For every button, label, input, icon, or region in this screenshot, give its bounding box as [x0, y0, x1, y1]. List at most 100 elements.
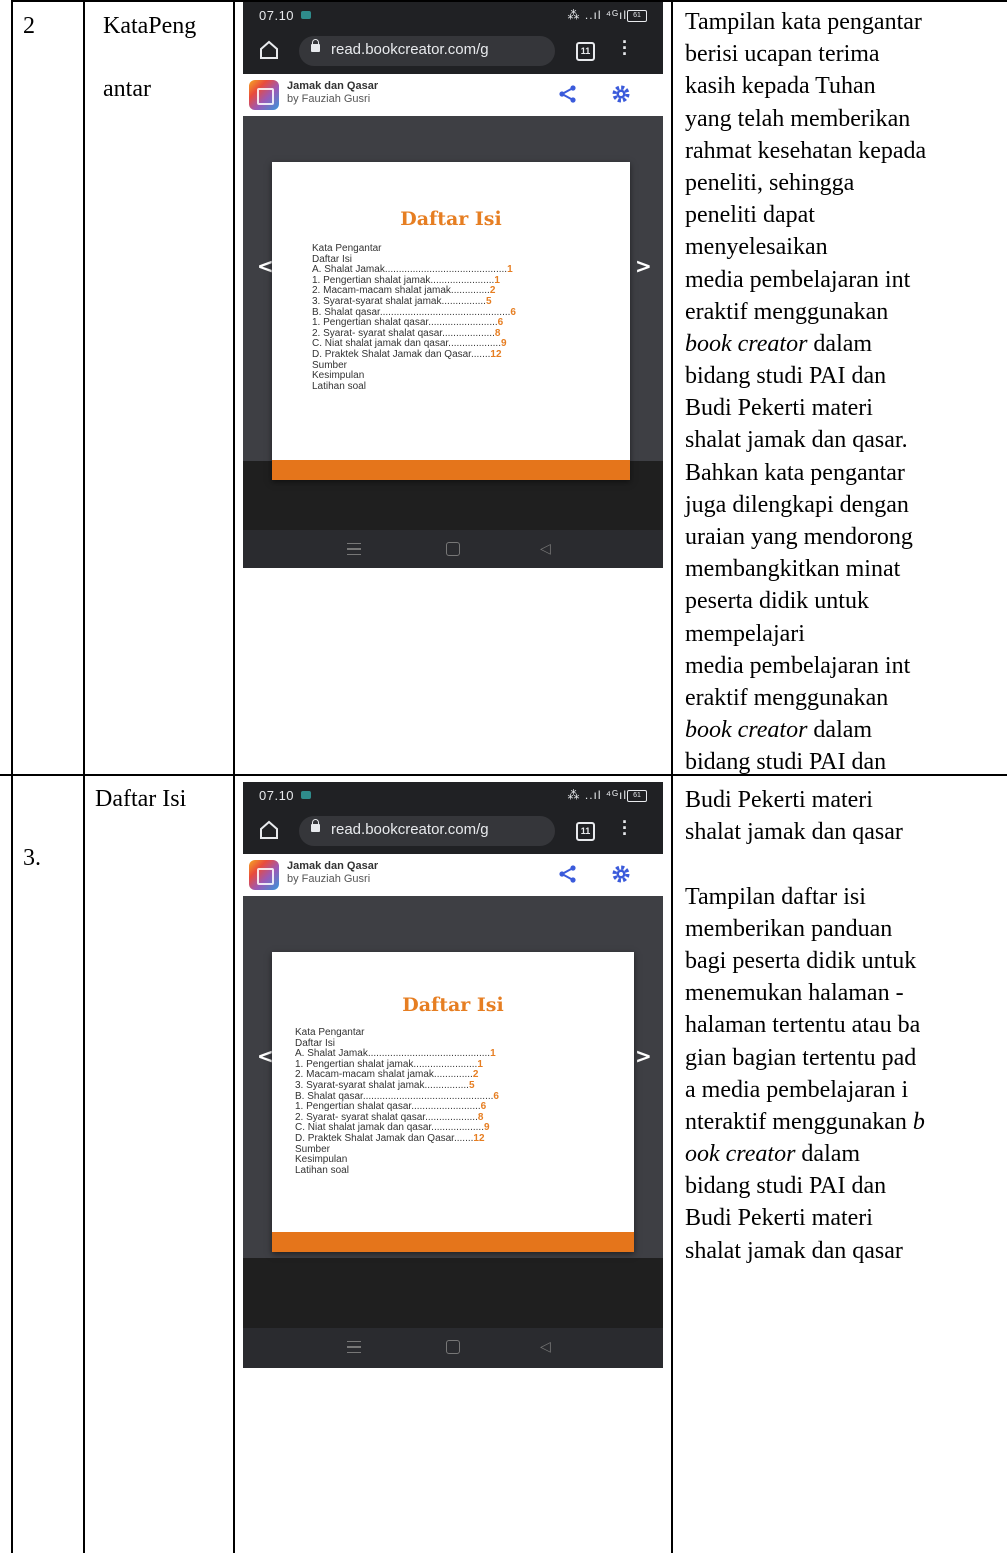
description-line: halaman tertentu atau ba	[685, 1012, 921, 1039]
toc-page-number: 8	[477, 1111, 484, 1123]
toc-entry-text: 2. Macam-macam shalat jamak.............…	[295, 1069, 473, 1081]
lock-icon	[311, 819, 320, 832]
toc-entry-text: 2. Syarat- syarat shalat qasar..........…	[295, 1111, 478, 1123]
description-line: memberikan panduan	[685, 915, 893, 942]
status-time: 07.10	[259, 8, 295, 23]
description-line: peserta didik untuk	[685, 588, 869, 615]
book-creator-logo	[249, 860, 279, 890]
browser-toolbar: read.bookcreator.com/g 11 · · ·	[243, 810, 663, 854]
next-page-button[interactable]: >	[635, 1044, 652, 1068]
address-bar[interactable]: read.bookcreator.com/g	[299, 36, 555, 66]
tab-switcher-button[interactable]: 11	[576, 822, 595, 841]
description-line: peneliti dapat	[685, 202, 815, 229]
toc-entry-text: Daftar Isi	[295, 1037, 336, 1049]
book-header: Jamak dan Qasar by Fauziah Gusri	[243, 74, 663, 116]
description-line: book creator dalam	[685, 330, 873, 357]
menu-nav-icon[interactable]	[347, 1341, 361, 1353]
signal-icon: ⁂ ..ıl ⁴ᴳıl	[567, 8, 627, 22]
back-nav-icon[interactable]: ◁	[540, 540, 551, 557]
toc-entry-text: 1. Pengertian shalat qasar..............…	[295, 1101, 481, 1113]
gear-icon[interactable]	[611, 84, 631, 104]
description-line: Bahkan kata pengantar	[685, 459, 905, 486]
toc-page-number: 12	[473, 1132, 485, 1144]
book-viewer: < > Daftar Isi Kata Pengantar Daftar Isi A…	[243, 116, 663, 480]
home-icon[interactable]	[257, 818, 281, 842]
toc-entry[interactable]: Latihan soal	[295, 1164, 499, 1177]
toc-page-number: 1	[477, 1058, 483, 1070]
toc-entry-text: Daftar Isi	[312, 253, 353, 265]
lock-icon	[311, 39, 320, 52]
notification-icon	[301, 791, 311, 799]
notification-icon	[301, 11, 311, 19]
book-page: Daftar Isi Kata Pengantar Daftar Isi A. Sh…	[272, 162, 630, 480]
description-line: uraian yang mendorong	[685, 524, 913, 550]
description-line: mempelajari	[685, 620, 805, 647]
table-of-contents: Kata Pengantar Daftar Isi A. Shalat Jamak.…	[295, 1027, 499, 1177]
description-line: bidang studi PAI dan	[685, 749, 887, 776]
next-page-button[interactable]: >	[635, 254, 652, 278]
toc-entry-text: Latihan soal	[295, 1164, 349, 1176]
description-line: gian bagian tertentu pad	[685, 1044, 917, 1071]
status-bar: 07.10 ⁂ ..ıl ⁴ᴳıl 61	[243, 2, 663, 30]
book-viewer: < > Daftar Isi Kata Pengantar Daftar Isi A…	[243, 896, 663, 1258]
description-line: Budi Pekerti materi	[685, 1205, 873, 1232]
toc-page-number: 5	[485, 295, 492, 307]
toc-entry-text: C. Niat shalat jamak dan qasar..........…	[312, 338, 501, 350]
description-line: rahmat kesehatan kepada	[685, 137, 927, 164]
home-nav-icon[interactable]	[446, 542, 460, 556]
description-line: juga dilengkapi dengan	[685, 491, 909, 518]
book-page: Daftar Isi Kata Pengantar Daftar Isi A. Sh…	[272, 952, 634, 1252]
description-line: shalat jamak dan qasar.	[685, 427, 908, 454]
kebab-menu-icon[interactable]: · · ·	[621, 33, 629, 63]
description-line: media pembelajaran int	[685, 266, 911, 293]
book-title: Jamak dan Qasar	[287, 80, 379, 92]
row-name-line: antar	[103, 76, 151, 102]
toc-page-number: 6	[497, 317, 504, 329]
toc-entry-text: Sumber	[312, 359, 348, 371]
toc-entry-text: 1. Pengertian shalat qasar..............…	[312, 317, 498, 329]
toc-entry-text: B. Shalat qasar.........................…	[312, 306, 511, 318]
menu-nav-icon[interactable]	[347, 543, 361, 555]
home-nav-icon[interactable]	[446, 1340, 460, 1354]
row-name-line: Daftar Isi	[95, 786, 187, 812]
description-line: Tampilan daftar isi	[685, 883, 866, 910]
book-author: by Fauziah Gusri	[287, 873, 371, 885]
page-title: Daftar Isi	[402, 994, 504, 1016]
description-row1: Tampilan kata pengantar berisi ucapan ter…	[685, 6, 926, 779]
toc-entry-text: Sumber	[295, 1143, 331, 1155]
toc-entry-text: 2. Syarat- syarat shalat qasar..........…	[312, 327, 495, 339]
toc-entry-text: 3. Syarat-syarat shalat jamak...........…	[295, 1079, 469, 1091]
share-icon[interactable]	[558, 864, 578, 884]
book-author: by Fauziah Gusri	[287, 93, 371, 105]
toc-entry-text: Kata Pengantar	[295, 1027, 365, 1038]
toc-page-number: 6	[493, 1090, 499, 1102]
battery-icon: 61	[627, 10, 647, 22]
page-footer-bar	[272, 460, 630, 480]
description-line: bidang studi PAI dan	[685, 363, 887, 390]
tab-switcher-button[interactable]: 11	[576, 42, 595, 61]
description-line: bagi peserta didik untuk	[685, 947, 917, 974]
share-icon[interactable]	[558, 84, 578, 104]
row-number: 3.	[23, 845, 41, 871]
toc-entry-text: Kata Pengantar	[312, 243, 382, 254]
back-nav-icon[interactable]: ◁	[540, 1338, 551, 1355]
toc-entry-text: Kesimpulan	[295, 1154, 348, 1166]
toc-page-number: 12	[490, 348, 502, 360]
table-border-left	[11, 0, 13, 1553]
address-bar[interactable]: read.bookcreator.com/g	[299, 816, 555, 846]
table-border-col2	[233, 0, 235, 1553]
page-title: Daftar Isi	[400, 208, 502, 230]
toc-entry[interactable]: Latihan soal	[312, 381, 516, 393]
page-footer-bar	[272, 1232, 634, 1252]
toc-entry-text: 2. Macam-macam shalat jamak.............…	[312, 285, 490, 297]
book-creator-logo	[249, 80, 279, 110]
toc-page-number: 2	[472, 1069, 479, 1081]
table-of-contents: Kata Pengantar Daftar Isi A. Shalat Jamak.…	[312, 243, 516, 393]
home-icon[interactable]	[257, 38, 281, 62]
row-name-line: KataPeng	[103, 13, 197, 39]
kebab-menu-icon[interactable]: · · ·	[621, 813, 629, 843]
description-line: shalat jamak dan qasar	[685, 819, 903, 846]
gear-icon[interactable]	[611, 864, 631, 884]
url-text: read.bookcreator.com/g	[331, 41, 489, 58]
description-line: membangkitkan minat	[685, 556, 901, 583]
